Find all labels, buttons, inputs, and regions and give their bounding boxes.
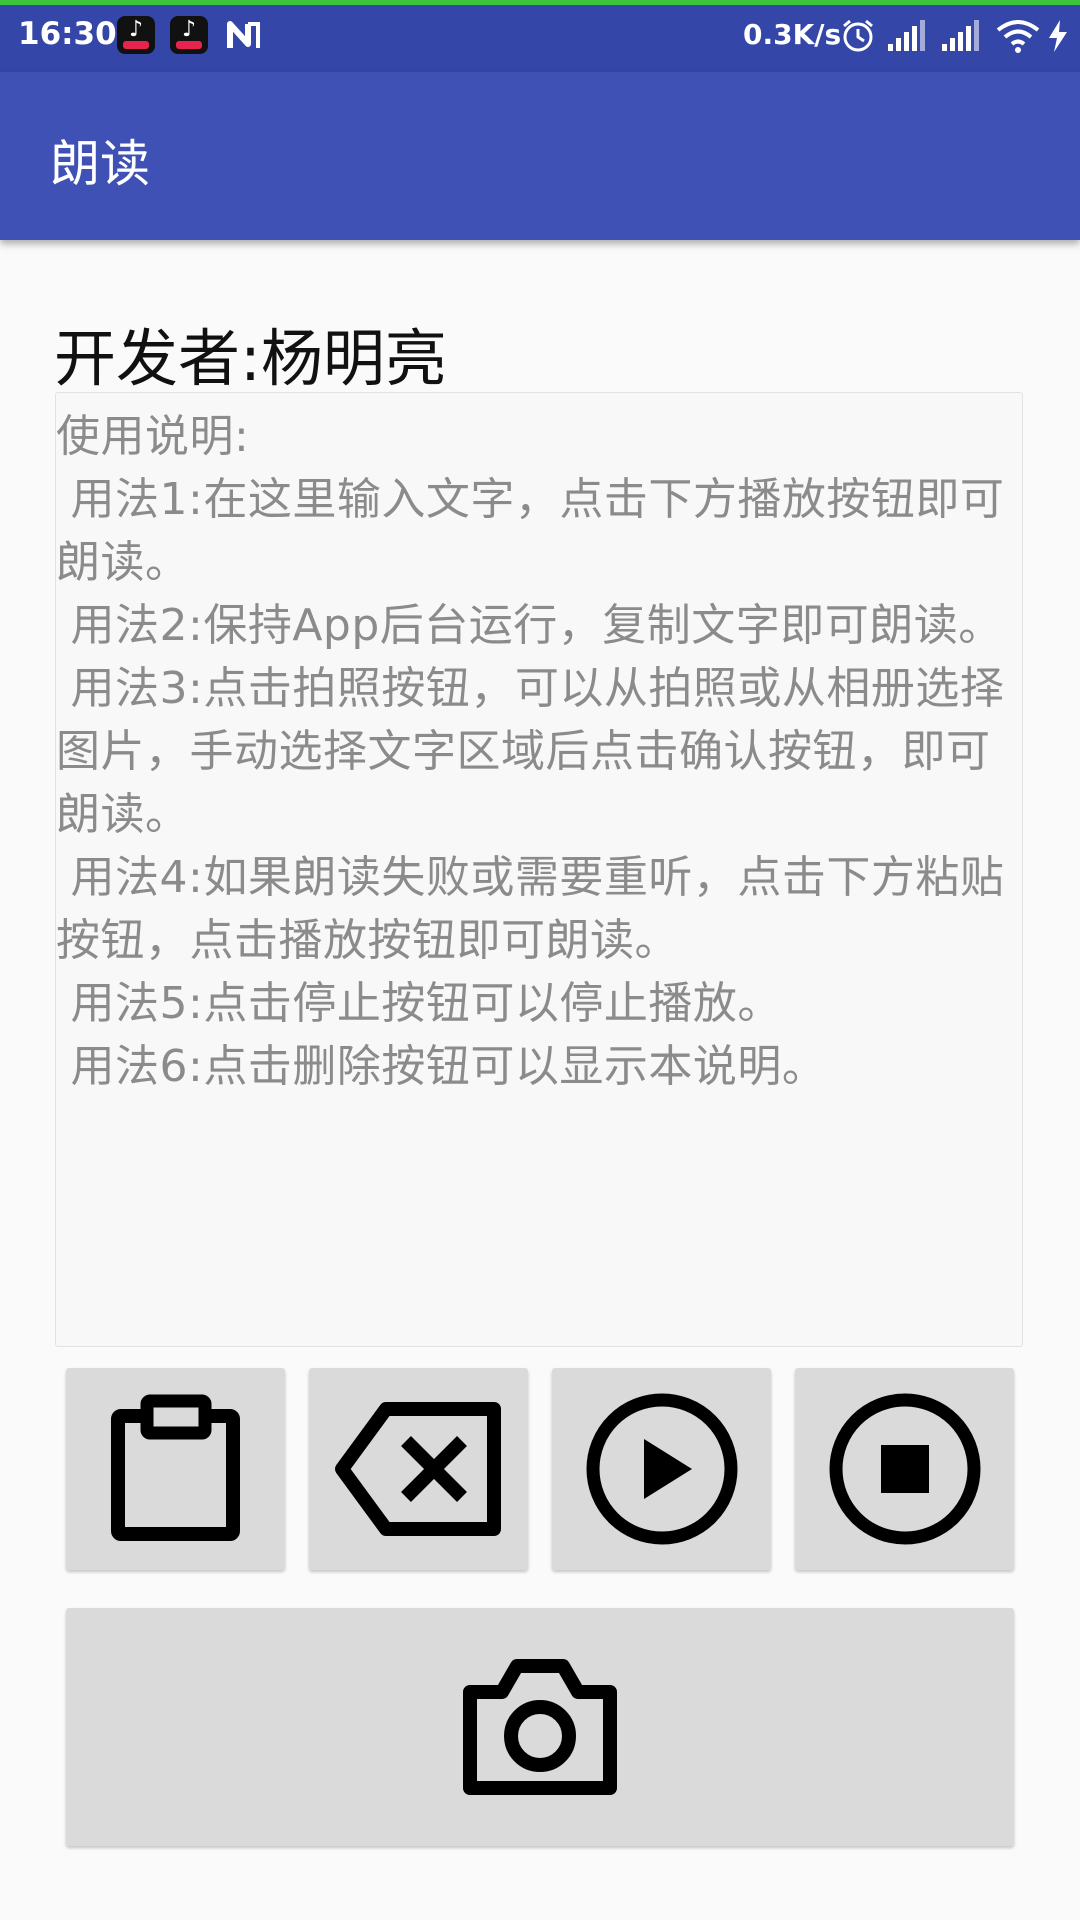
- stop-button[interactable]: [795, 1368, 1014, 1570]
- play-button[interactable]: [552, 1368, 771, 1570]
- status-time: 16:30: [18, 16, 117, 52]
- tiktok-icon: ♪: [170, 16, 208, 54]
- delete-button[interactable]: [309, 1368, 528, 1570]
- tiktok-icon: ♪: [117, 16, 155, 54]
- wifi-icon: [996, 20, 1040, 53]
- network-speed: 0.3K/s: [743, 18, 842, 51]
- camera-icon: [463, 1659, 617, 1795]
- camera-button[interactable]: [66, 1608, 1014, 1846]
- backspace-icon: [334, 1402, 501, 1536]
- toolbar-title: 朗读: [50, 135, 150, 193]
- charging-icon: [1049, 20, 1067, 52]
- status-accent-line: [0, 0, 1080, 5]
- text-input[interactable]: 使用说明: 用法1:在这里输入文字，点击下方播放按钮即可朗读。 用法2:保持Ap…: [55, 392, 1023, 1347]
- text-input-placeholder: 使用说明: 用法1:在这里输入文字，点击下方播放按钮即可朗读。 用法2:保持Ap…: [56, 411, 1005, 1092]
- app-toolbar: 朗读: [0, 72, 1080, 240]
- signal-icon: [888, 20, 925, 51]
- alarm-icon: [843, 19, 873, 52]
- nfc-icon: [227, 21, 260, 48]
- stop-circle-icon: [829, 1393, 980, 1545]
- signal-icon: [942, 20, 979, 51]
- status-bar: 16:30 ♪ ♪ 0.3K/s: [0, 0, 1080, 72]
- paste-button[interactable]: [66, 1368, 285, 1570]
- clipboard-icon: [110, 1394, 240, 1541]
- play-circle-icon: [586, 1393, 737, 1545]
- developer-label: 开发者:杨明亮: [54, 322, 447, 395]
